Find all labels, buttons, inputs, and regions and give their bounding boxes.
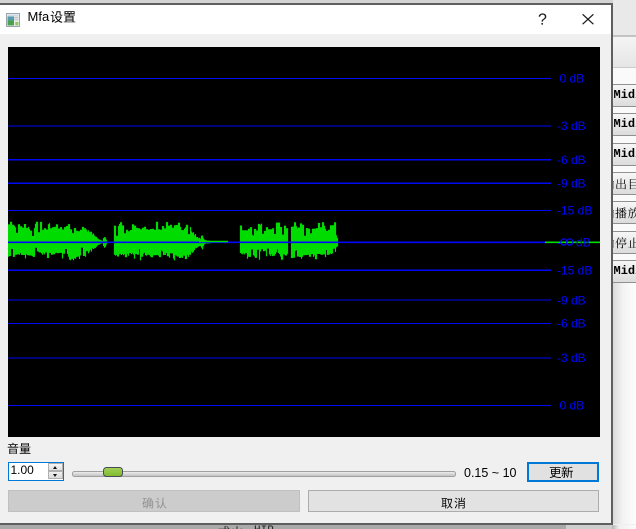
svg-text:-15 dB: -15 dB xyxy=(557,264,592,278)
svg-text:-15 dB: -15 dB xyxy=(557,204,592,218)
svg-text:-6 dB: -6 dB xyxy=(557,153,586,167)
svg-text:-3 dB: -3 dB xyxy=(557,119,586,133)
svg-text:-6 dB: -6 dB xyxy=(557,317,586,331)
svg-text:-9 dB: -9 dB xyxy=(557,293,586,307)
svg-text:0 dB: 0 dB xyxy=(560,399,585,413)
svg-text:dB: dB xyxy=(576,235,591,249)
svg-text:-9 dB: -9 dB xyxy=(557,177,586,191)
svg-text:-3 dB: -3 dB xyxy=(557,351,586,365)
svg-text:0 dB: 0 dB xyxy=(560,72,585,86)
